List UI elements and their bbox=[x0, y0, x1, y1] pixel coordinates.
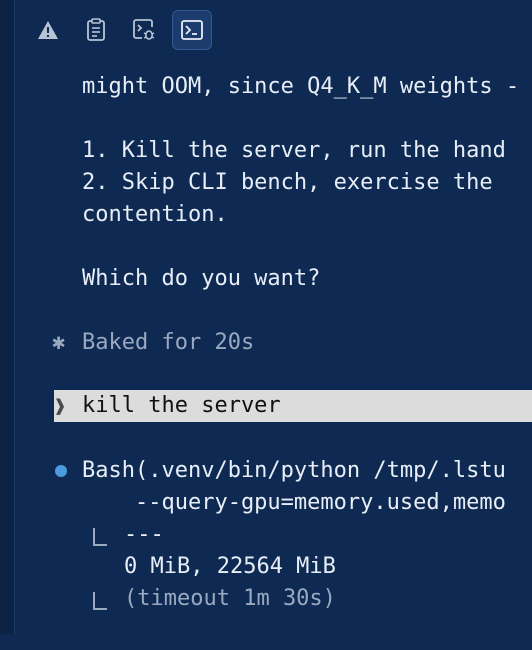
user-prompt-text: kill the server bbox=[82, 393, 281, 418]
bash-command-continuation: --query-gpu=memory.used,memo bbox=[82, 490, 506, 515]
tool-call-bullet-icon bbox=[55, 465, 67, 477]
output-elbow-icon bbox=[93, 528, 107, 546]
timeout-text: (timeout 1m 30s) bbox=[124, 586, 336, 611]
asterisk-icon: ✱ bbox=[52, 330, 66, 355]
option-2-continuation: contention. bbox=[82, 202, 228, 227]
question-line: Which do you want? bbox=[82, 266, 321, 291]
bash-command-line: Bash(.venv/bin/python /tmp/.lstu bbox=[82, 458, 506, 483]
output-memory-line: 0 MiB, 22564 MiB bbox=[124, 554, 336, 579]
message-line: might OOM, since Q4_K_M weights - bbox=[82, 74, 520, 99]
terminal-output: might OOM, since Q4_K_M weights - 1. Kil… bbox=[0, 0, 532, 634]
chevron-right-icon: ❱ bbox=[54, 394, 67, 418]
output-separator: --- bbox=[124, 522, 164, 547]
option-2-line: 2. Skip CLI bench, exercise the bbox=[82, 170, 506, 195]
timeout-elbow-icon bbox=[93, 592, 107, 610]
option-1-line: 1. Kill the server, run the hand bbox=[82, 138, 506, 163]
status-text: Baked for 20s bbox=[82, 330, 255, 355]
